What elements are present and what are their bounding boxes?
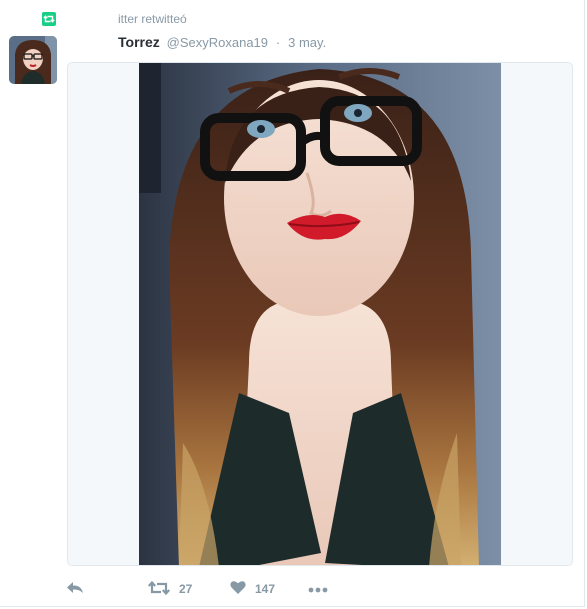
retweet-context-text[interactable]: itter retwitteó [118,12,187,26]
tweet-photo[interactable] [139,63,501,566]
heart-icon [230,580,246,598]
retweet-count: 27 [179,582,193,596]
reply-button[interactable] [66,578,84,600]
more-icon [308,582,328,596]
tweet-timestamp[interactable]: 3 may. [288,35,326,50]
more-button[interactable] [308,578,328,600]
like-count: 147 [255,582,276,596]
author-fullname[interactable]: Torrez [118,34,160,50]
retweet-context-icon [42,12,56,26]
reply-icon [66,581,84,598]
like-button[interactable]: 147 [230,578,275,600]
media-card[interactable] [67,62,573,566]
retweet-icon [147,580,171,599]
retweet-button[interactable]: 27 [147,578,193,600]
header-separator: · [275,35,281,50]
tweet-actions: 27 147 [66,578,366,600]
avatar[interactable] [9,36,57,84]
tweet-header: Torrez @SexyRoxana19 · 3 may. [118,33,326,52]
author-username[interactable]: @SexyRoxana19 [167,35,268,50]
